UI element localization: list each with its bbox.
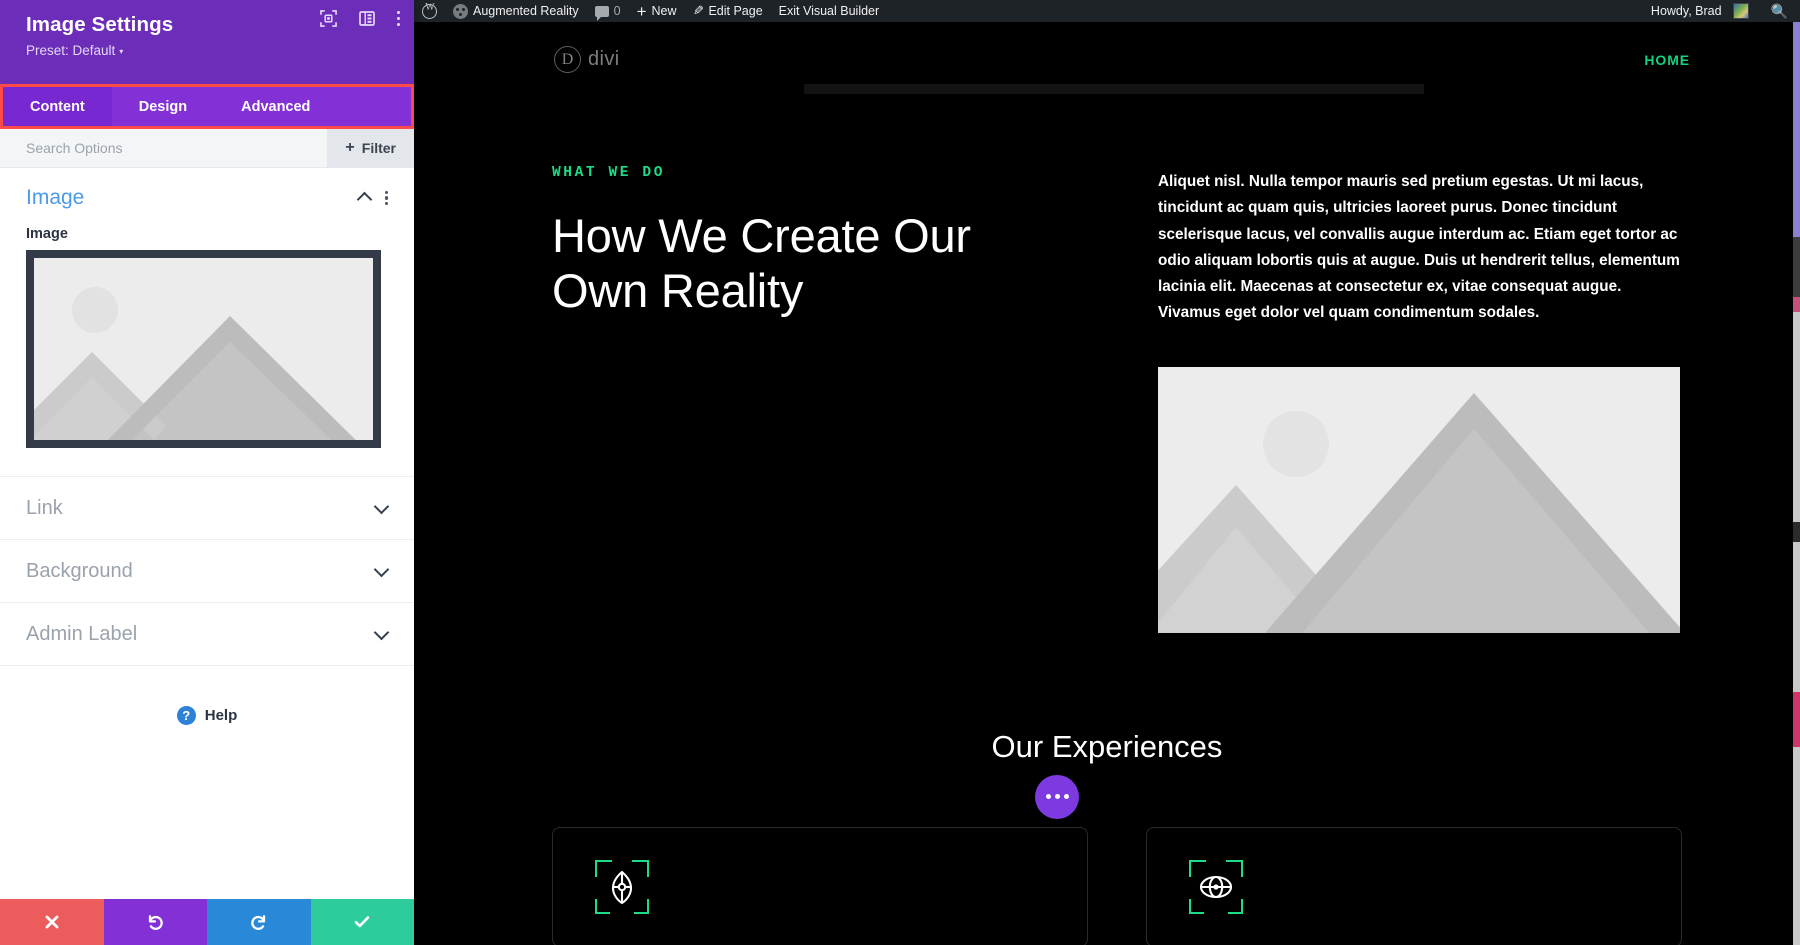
hero-right-column: Aliquet nisl. Nulla tempor mauris sed pr… <box>1158 165 1680 633</box>
site-name-menu[interactable]: Augmented Reality <box>445 0 587 22</box>
hero-image-module[interactable] <box>1158 366 1680 633</box>
edit-page-label: Edit Page <box>708 4 763 18</box>
section-background[interactable]: Background <box>0 539 414 602</box>
divi-logo[interactable]: D divi <box>554 46 620 73</box>
plus-icon: + <box>636 1 647 21</box>
site-dashboard-icon <box>453 3 468 19</box>
preset-selector[interactable]: Preset: Default ▾ <box>26 43 123 58</box>
save-button[interactable] <box>310 899 414 945</box>
kebab-menu-icon[interactable] <box>384 190 388 206</box>
chevron-up-icon[interactable] <box>357 191 371 205</box>
visual-builder-screen: Augmented Reality 0 + New ✎ Edit Page Ex… <box>0 0 1800 945</box>
page-scrollbar[interactable] <box>1793 22 1800 945</box>
hero-paragraph: Aliquet nisl. Nulla tempor mauris sed pr… <box>1158 173 1680 322</box>
hero-heading: How We Create Our Own Reality <box>552 209 971 317</box>
undo-button[interactable] <box>103 899 207 945</box>
hero-section: WHAT WE DO How We Create Our Own Reality… <box>414 73 1800 633</box>
filter-button-label: Filter <box>361 140 396 156</box>
settings-panel-body: Image Image Link Background Admin Label … <box>0 168 414 899</box>
experiences-title: Our Experiences <box>991 728 1223 764</box>
preset-label: Preset: Default <box>26 42 116 58</box>
settings-tabs-highlight: Content Design Advanced <box>0 84 414 129</box>
chevron-down-icon[interactable] <box>374 501 388 515</box>
hero-eyebrow: WHAT WE DO <box>552 165 666 181</box>
chevron-down-icon[interactable] <box>374 627 388 641</box>
my-account-menu[interactable]: Howdy, Brad <box>1643 0 1757 22</box>
new-content-menu[interactable]: + New <box>629 0 685 22</box>
divi-logo-word: divi <box>588 48 620 70</box>
image-field-label: Image <box>26 226 68 242</box>
section-link-title: Link <box>26 496 63 519</box>
section-link[interactable]: Link <box>0 476 414 539</box>
options-search-row: + Filter <box>0 128 414 168</box>
section-admin-label-title: Admin Label <box>26 622 138 645</box>
site-header: D divi HOME <box>414 22 1800 73</box>
panel-header-actions <box>319 10 400 27</box>
vr-compass-icon <box>595 859 649 914</box>
admin-bar-left-group: Augmented Reality 0 + New ✎ Edit Page Ex… <box>414 0 887 22</box>
comments-menu[interactable]: 0 <box>587 0 629 22</box>
help-icon: ? <box>176 706 196 725</box>
chevron-down-icon[interactable] <box>374 564 388 578</box>
exit-visual-builder-label: Exit Visual Builder <box>778 4 880 18</box>
chevron-down-icon: ▾ <box>119 46 124 56</box>
exit-visual-builder-link[interactable]: Exit Visual Builder <box>771 0 888 22</box>
kebab-menu-icon[interactable] <box>396 11 400 26</box>
wordpress-logo-icon <box>422 2 437 19</box>
site-name-label: Augmented Reality <box>473 4 579 18</box>
image-placeholder-thumbnail <box>34 258 373 440</box>
hero-left-column: WHAT WE DO How We Create Our Own Reality <box>552 165 1068 633</box>
comments-count: 0 <box>613 4 621 18</box>
tab-design[interactable]: Design <box>112 87 214 126</box>
redo-button[interactable] <box>207 899 311 945</box>
howdy-label: Howdy, Brad <box>1650 4 1722 18</box>
decorative-bar <box>804 84 1424 94</box>
search-input[interactable] <box>26 140 306 156</box>
section-image-header[interactable]: Image <box>26 168 388 216</box>
image-upload-field[interactable] <box>26 250 381 448</box>
search-icon[interactable]: 🔍 <box>1771 3 1788 20</box>
module-settings-panel: Image Settings Preset: Default ▾ Content… <box>0 0 414 945</box>
experience-card-1[interactable] <box>552 826 1088 945</box>
edit-page-link[interactable]: ✎ Edit Page <box>685 0 771 22</box>
section-background-title: Background <box>26 559 133 582</box>
settings-tabs: Content Design Advanced <box>3 87 411 126</box>
filter-button[interactable]: + Filter <box>327 128 414 168</box>
plus-icon: + <box>345 139 355 156</box>
wordpress-logo-menu[interactable] <box>414 0 445 22</box>
experience-cards-row <box>414 765 1800 945</box>
module-options-dots[interactable] <box>1035 774 1079 819</box>
pencil-icon: ✎ <box>692 3 704 18</box>
help-label: Help <box>204 707 238 724</box>
divi-logo-mark: D <box>554 46 581 73</box>
cancel-button[interactable] <box>0 899 104 945</box>
admin-bar-right-group: Howdy, Brad 🔍 <box>1643 0 1800 22</box>
experience-card-2[interactable] <box>1146 826 1682 945</box>
section-admin-label[interactable]: Admin Label <box>0 602 414 665</box>
layout-panel-icon[interactable] <box>358 11 375 26</box>
page-preview: D divi HOME WHAT WE DO How We Create Our… <box>414 22 1800 945</box>
section-image: Image Image <box>0 168 414 448</box>
section-image-title: Image <box>26 186 85 209</box>
experiences-section: Our Experiences <box>414 729 1800 765</box>
ar-globe-icon <box>1189 859 1243 914</box>
nav-item-home[interactable]: HOME <box>1644 52 1690 68</box>
focus-target-icon[interactable] <box>319 10 337 27</box>
tab-advanced[interactable]: Advanced <box>214 87 337 126</box>
tab-content[interactable]: Content <box>3 87 112 126</box>
new-label: New <box>651 4 677 18</box>
settings-panel-footer <box>0 899 414 945</box>
help-link[interactable]: ? Help <box>0 665 414 725</box>
avatar <box>1732 3 1749 19</box>
comment-bubble-icon <box>594 5 609 21</box>
settings-panel-header: Image Settings Preset: Default ▾ <box>0 0 414 84</box>
